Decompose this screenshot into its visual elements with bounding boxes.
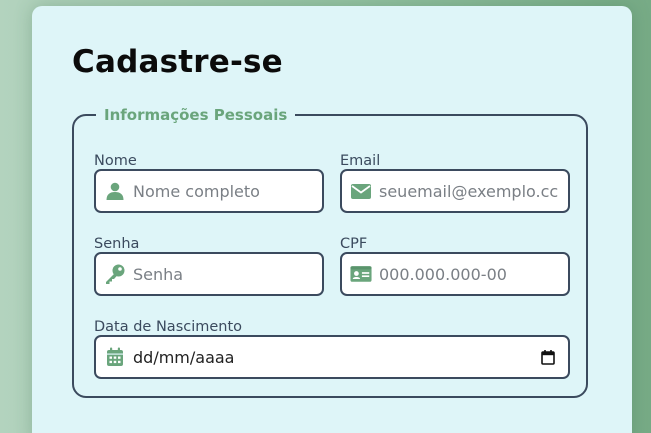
signup-card: Cadastre-se Informações Pessoais Nome No… xyxy=(32,6,632,433)
cpf-field[interactable]: 000.000.000-00 xyxy=(340,252,570,296)
nascimento-label: Data de Nascimento xyxy=(94,319,243,335)
envelope-icon xyxy=(350,180,372,202)
id-card-icon xyxy=(350,263,372,285)
senha-placeholder: Senha xyxy=(133,264,184,284)
cpf-placeholder: 000.000.000-00 xyxy=(379,264,507,284)
senha-label: Senha xyxy=(94,236,140,252)
email-field[interactable]: seuemail@exemplo.cc xyxy=(340,169,570,213)
birthdate-field[interactable]: dd/mm/aaaa xyxy=(94,335,570,379)
key-icon xyxy=(104,263,126,285)
nome-label: Nome xyxy=(94,153,137,169)
birthdate-value: dd/mm/aaaa xyxy=(133,347,235,367)
nome-field[interactable]: Nome completo xyxy=(94,169,324,213)
calendar-picker-icon[interactable] xyxy=(540,349,556,365)
user-icon xyxy=(104,180,126,202)
email-placeholder: seuemail@exemplo.cc xyxy=(379,181,559,201)
senha-field[interactable]: Senha xyxy=(94,252,324,296)
calendar-icon xyxy=(104,346,126,368)
personal-info-fieldset: Informações Pessoais Nome Nome completo … xyxy=(72,106,588,398)
section-legend: Informações Pessoais xyxy=(96,106,296,124)
email-label: Email xyxy=(340,153,381,169)
nome-placeholder: Nome completo xyxy=(133,181,260,201)
cpf-label: CPF xyxy=(340,236,368,252)
page-title: Cadastre-se xyxy=(72,44,283,80)
